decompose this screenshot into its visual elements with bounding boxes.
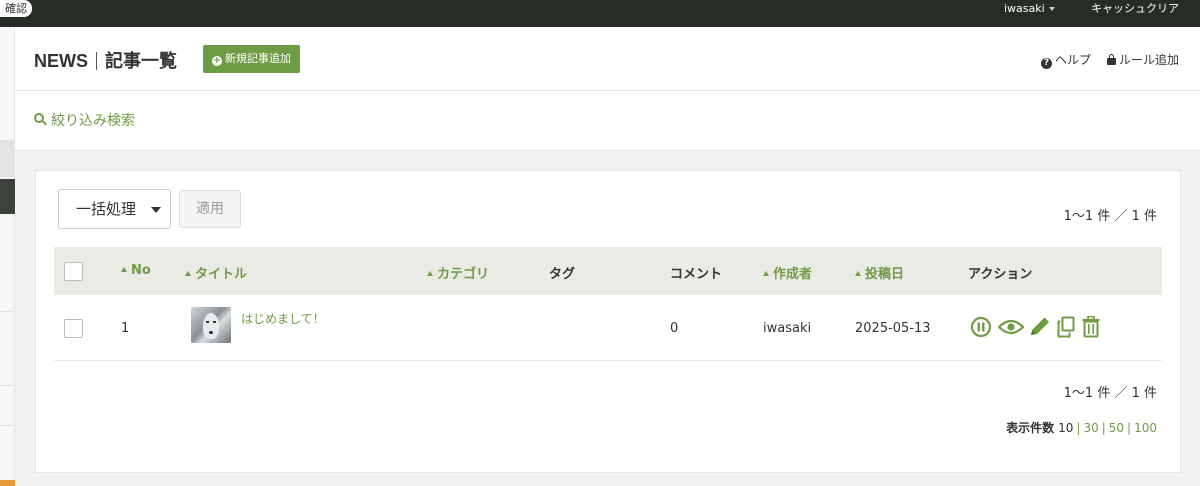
add-article-button[interactable]: + 新規記事追加: [203, 45, 300, 73]
add-rule-label: ルール追加: [1119, 53, 1180, 67]
page-size-option-100[interactable]: 100: [1134, 421, 1157, 435]
article-list-panel: 一括処理 適用 1〜1 件 ／ 1 件 No タイトル カテゴリ タグ コメント…: [35, 170, 1181, 473]
bulk-action-value: 一括処理: [76, 200, 137, 218]
column-tag: タグ: [549, 267, 576, 282]
column-comment: コメント: [670, 267, 723, 282]
sidebar-divider: [0, 425, 15, 426]
result-count-bottom: 1〜1 件 ／ 1 件: [1063, 386, 1157, 401]
bulk-action-select[interactable]: 一括処理: [58, 189, 171, 229]
add-article-label: 新規記事追加: [225, 52, 291, 65]
column-posted-label: 投稿日: [865, 267, 905, 282]
search-icon: [34, 113, 47, 126]
title-divider: [96, 52, 97, 70]
column-posted[interactable]: 投稿日: [855, 263, 904, 282]
page-header: NEWS 記事一覧 + 新規記事追加 ? ヘルプ ルール追加: [15, 27, 1200, 91]
result-count-top: 1〜1 件 ／ 1 件: [1063, 209, 1157, 224]
apply-button[interactable]: 適用: [179, 190, 241, 228]
pause-circle-icon[interactable]: [970, 316, 992, 338]
page-size-current: 10: [1058, 421, 1074, 435]
sort-up-icon: [121, 267, 127, 272]
column-action: アクション: [968, 267, 1033, 282]
sort-up-icon: [427, 271, 433, 276]
caret-down-icon: [151, 207, 161, 213]
trash-icon[interactable]: [1081, 316, 1101, 338]
row-checkbox[interactable]: [64, 319, 83, 338]
column-no-label: No: [131, 263, 151, 278]
sort-up-icon: [763, 271, 769, 276]
cache-clear-link[interactable]: キャッシュクリア: [1091, 0, 1179, 17]
row-posted-date: 2025-05-13: [855, 321, 931, 336]
copy-icon[interactable]: [1056, 316, 1076, 338]
user-name: iwasaki: [1004, 2, 1045, 15]
filter-label: 絞り込み検索: [51, 113, 135, 129]
sidebar-item[interactable]: [0, 140, 15, 177]
filter-bar: 絞り込み検索: [15, 91, 1200, 151]
column-author[interactable]: 作成者: [763, 263, 812, 282]
caret-down-icon: [1048, 7, 1055, 11]
plus-circle-icon: +: [212, 55, 222, 66]
select-all-checkbox[interactable]: [64, 262, 83, 281]
page-title: NEWS 記事一覧: [34, 47, 177, 73]
help-label: ヘルプ: [1055, 53, 1092, 67]
column-author-label: 作成者: [773, 267, 813, 282]
column-category[interactable]: カテゴリ: [427, 263, 489, 282]
section-name: NEWS: [34, 51, 88, 71]
top-bar: 確認 iwasaki キャッシュクリア: [0, 0, 1200, 27]
sidebar-edge: [0, 27, 15, 486]
lock-icon: [1107, 54, 1116, 65]
page-size-option-50[interactable]: 50: [1109, 421, 1124, 435]
sidebar-item-highlight[interactable]: [0, 480, 15, 486]
row-comment: 0: [670, 321, 679, 336]
page-title-text: 記事一覧: [105, 51, 177, 71]
sidebar-divider: [0, 385, 15, 386]
page-size-option-30[interactable]: 30: [1083, 421, 1098, 435]
column-category-label: カテゴリ: [437, 267, 490, 282]
row-no: 1: [121, 321, 130, 336]
article-table: No タイトル カテゴリ タグ コメント 作成者 投稿日 アクション 1 はじめ…: [54, 247, 1162, 361]
user-menu[interactable]: iwasaki: [1004, 0, 1055, 17]
sort-up-icon: [855, 271, 861, 276]
column-no[interactable]: No: [121, 263, 151, 278]
confirm-badge[interactable]: 確認: [0, 0, 32, 17]
column-title-label: タイトル: [195, 267, 248, 282]
column-title[interactable]: タイトル: [185, 263, 247, 282]
row-title-link[interactable]: はじめまして！: [241, 310, 325, 327]
sidebar-item-active[interactable]: [0, 179, 15, 214]
add-rule-link[interactable]: ルール追加: [1107, 51, 1179, 68]
question-circle-icon: ?: [1041, 58, 1052, 69]
row-author: iwasaki: [763, 321, 812, 336]
table-header: No タイトル カテゴリ タグ コメント 作成者 投稿日 アクション: [54, 247, 1162, 295]
page-size-label: 表示件数: [1006, 421, 1055, 435]
filter-search-toggle[interactable]: 絞り込み検索: [34, 110, 135, 130]
page-size-selector: 表示件数 10 | 30 | 50 | 100: [1006, 421, 1157, 435]
eye-icon[interactable]: [998, 319, 1024, 335]
sidebar-divider: [0, 311, 15, 312]
wolf-thumbnail-image[interactable]: [191, 307, 231, 343]
pencil-icon[interactable]: [1028, 316, 1052, 338]
sort-up-icon: [185, 271, 191, 276]
help-link[interactable]: ? ヘルプ: [1041, 51, 1091, 69]
table-row: 1 はじめまして！ 0 iwasaki 2025-05-13: [54, 295, 1162, 361]
